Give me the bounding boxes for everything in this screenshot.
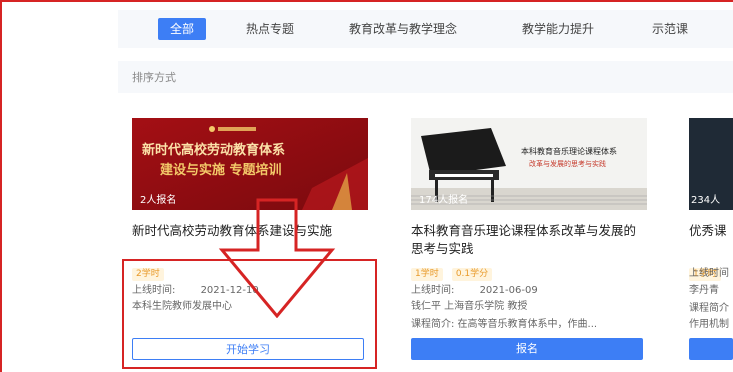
- release-date-label: 上线时间: [689, 268, 729, 279]
- enrolled-count: 174人报名: [419, 195, 469, 206]
- release-date-label: 上线时间:: [411, 285, 455, 296]
- enroll-button[interactable]: 报名: [411, 338, 643, 360]
- credit-hours-tag: 1学时: [411, 268, 443, 281]
- course-card[interactable]: 本科教育音乐理论课程体系 改革与发展的思考与实践 174人报名 本科教育音乐理论…: [411, 118, 647, 368]
- banner-line-2: 改革与发展的思考与实践: [529, 159, 606, 168]
- course-intro: 课程简介: 在高等音乐教育体系中，作曲...: [411, 319, 598, 330]
- category-tabs: 全部 热点专题 教育改革与教学理念 教学能力提升 示范课: [118, 10, 733, 48]
- sort-bar: 排序方式: [118, 61, 733, 93]
- sort-label[interactable]: 排序方式: [132, 69, 176, 85]
- tab-hot-topics[interactable]: 热点专题: [246, 18, 294, 40]
- enroll-button[interactable]: [689, 338, 733, 360]
- course-thumbnail[interactable]: 本科教育音乐理论课程体系 改革与发展的思考与实践 174人报名: [411, 118, 647, 210]
- course-title[interactable]: 优秀课: [689, 222, 733, 240]
- course-title[interactable]: 本科教育音乐理论课程体系改革与发展的思考与实践: [411, 222, 647, 258]
- course-intro: 课程简介: [689, 303, 729, 314]
- tab-teaching-ability[interactable]: 教学能力提升: [522, 18, 594, 40]
- course-thumbnail[interactable]: 234人: [689, 118, 733, 210]
- course-intro-continued: 作用机制: [689, 319, 729, 330]
- tab-all[interactable]: 全部: [158, 18, 207, 40]
- annotation-down-arrow-icon: [218, 198, 336, 318]
- banner-line-1: 本科教育音乐理论课程体系: [521, 146, 617, 156]
- course-thumbnail[interactable]: 新时代高校劳动教育体系 建设与实施 专题培训 2人报名: [132, 118, 368, 210]
- credit-points-tag: 0.1学分: [451, 268, 493, 281]
- banner-line-1: 新时代高校劳动教育体系: [142, 142, 285, 158]
- release-date-value: 2021-06-09: [479, 285, 538, 296]
- enrolled-count: 234人: [691, 195, 721, 206]
- course-tags: 1学时 0.1学分: [411, 261, 496, 281]
- course-card[interactable]: 234人 优秀课 1学时 上线时间 李丹青 课程简介 作用机制: [689, 118, 733, 368]
- enrolled-count: 2人报名: [140, 195, 177, 206]
- tab-education-reform[interactable]: 教育改革与教学理念: [349, 18, 457, 40]
- course-teacher: 钱仁平 上海音乐学院 教授: [411, 301, 528, 312]
- tab-demo-class[interactable]: 示范课: [652, 18, 688, 40]
- release-date: 上线时间: 2021-06-09: [411, 281, 538, 296]
- course-teacher: 李丹青: [689, 285, 719, 296]
- banner-line-2: 建设与实施 专题培训: [160, 162, 282, 178]
